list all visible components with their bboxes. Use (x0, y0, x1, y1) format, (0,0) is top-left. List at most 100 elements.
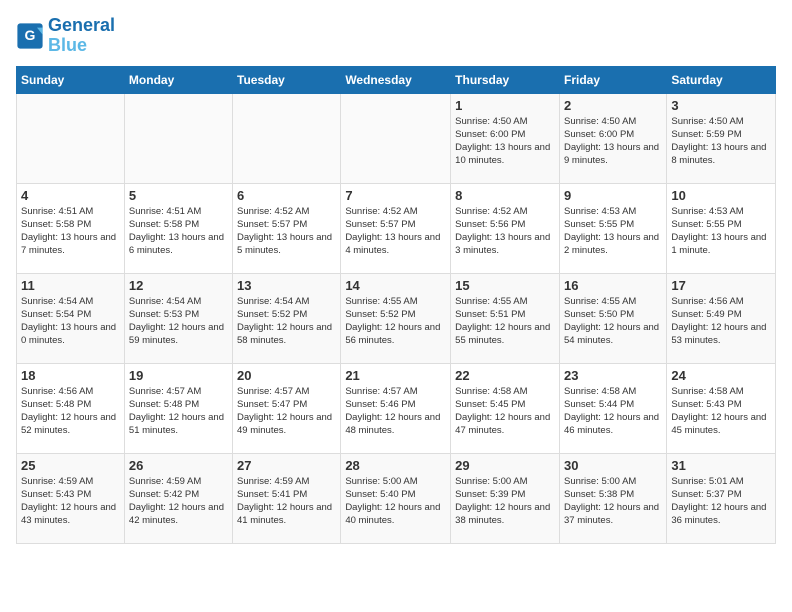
day-info: Sunrise: 4:55 AMSunset: 5:52 PMDaylight:… (345, 295, 446, 348)
day-number: 17 (671, 278, 771, 293)
calendar-cell: 24 Sunrise: 4:58 AMSunset: 5:43 PMDayligh… (667, 363, 776, 453)
calendar-cell: 7 Sunrise: 4:52 AMSunset: 5:57 PMDaylight… (341, 183, 451, 273)
calendar-cell: 4 Sunrise: 4:51 AMSunset: 5:58 PMDaylight… (17, 183, 125, 273)
calendar-cell: 28 Sunrise: 5:00 AMSunset: 5:40 PMDayligh… (341, 453, 451, 543)
day-number: 15 (455, 278, 555, 293)
day-info: Sunrise: 4:54 AMSunset: 5:53 PMDaylight:… (129, 295, 228, 348)
day-number: 23 (564, 368, 662, 383)
calendar-cell: 13 Sunrise: 4:54 AMSunset: 5:52 PMDayligh… (233, 273, 341, 363)
day-info: Sunrise: 5:00 AMSunset: 5:40 PMDaylight:… (345, 475, 446, 528)
calendar-cell: 29 Sunrise: 5:00 AMSunset: 5:39 PMDayligh… (451, 453, 560, 543)
day-info: Sunrise: 4:58 AMSunset: 5:44 PMDaylight:… (564, 385, 662, 438)
calendar-cell: 20Sunrise: 4:57 AMSunset: 5:47 PMDayligh… (233, 363, 341, 453)
calendar-cell (341, 93, 451, 183)
calendar-week-row: 11 Sunrise: 4:54 AMSunset: 5:54 PMDayligh… (17, 273, 776, 363)
day-info: Sunrise: 5:00 AMSunset: 5:39 PMDaylight:… (455, 475, 555, 528)
day-number: 21 (345, 368, 446, 383)
header-wednesday: Wednesday (341, 66, 451, 93)
day-number: 28 (345, 458, 446, 473)
calendar-cell: 10 Sunrise: 4:53 AMSunset: 5:55 PMDayligh… (667, 183, 776, 273)
day-info: Sunrise: 5:00 AMSunset: 5:38 PMDaylight:… (564, 475, 662, 528)
calendar-cell: 2 Sunrise: 4:50 AMSunset: 6:00 PMDaylight… (559, 93, 666, 183)
day-info: Sunrise: 4:50 AMSunset: 5:59 PMDaylight:… (671, 115, 771, 168)
header-friday: Friday (559, 66, 666, 93)
calendar-cell: 8 Sunrise: 4:52 AMSunset: 5:56 PMDaylight… (451, 183, 560, 273)
day-number: 16 (564, 278, 662, 293)
calendar-cell: 25 Sunrise: 4:59 AMSunset: 5:43 PMDayligh… (17, 453, 125, 543)
svg-text:G: G (25, 27, 36, 43)
day-number: 19 (129, 368, 228, 383)
calendar-cell: 22Sunrise: 4:58 AMSunset: 5:45 PMDayligh… (451, 363, 560, 453)
calendar-week-row: 18 Sunrise: 4:56 AMSunset: 5:48 PMDayligh… (17, 363, 776, 453)
logo: G General Blue (16, 16, 115, 56)
day-number: 14 (345, 278, 446, 293)
calendar-cell: 26Sunrise: 4:59 AMSunset: 5:42 PMDayligh… (124, 453, 232, 543)
calendar-cell: 15 Sunrise: 4:55 AMSunset: 5:51 PMDayligh… (451, 273, 560, 363)
day-number: 29 (455, 458, 555, 473)
day-info: Sunrise: 4:57 AMSunset: 5:46 PMDaylight:… (345, 385, 446, 438)
header-sunday: Sunday (17, 66, 125, 93)
day-info: Sunrise: 4:59 AMSunset: 5:41 PMDaylight:… (237, 475, 336, 528)
day-info: Sunrise: 4:50 AMSunset: 6:00 PMDaylight:… (564, 115, 662, 168)
day-number: 18 (21, 368, 120, 383)
calendar-cell: 17 Sunrise: 4:56 AMSunset: 5:49 PMDayligh… (667, 273, 776, 363)
day-info: Sunrise: 4:56 AMSunset: 5:48 PMDaylight:… (21, 385, 120, 438)
day-info: Sunrise: 4:53 AMSunset: 5:55 PMDaylight:… (671, 205, 771, 258)
calendar-cell: 31Sunrise: 5:01 AMSunset: 5:37 PMDayligh… (667, 453, 776, 543)
day-info: Sunrise: 4:52 AMSunset: 5:57 PMDaylight:… (237, 205, 336, 258)
day-number: 8 (455, 188, 555, 203)
logo-text: General Blue (48, 16, 115, 56)
day-info: Sunrise: 4:51 AMSunset: 5:58 PMDaylight:… (129, 205, 228, 258)
calendar-cell: 30Sunrise: 5:00 AMSunset: 5:38 PMDayligh… (559, 453, 666, 543)
calendar-cell: 18 Sunrise: 4:56 AMSunset: 5:48 PMDayligh… (17, 363, 125, 453)
day-number: 6 (237, 188, 336, 203)
calendar-cell: 14 Sunrise: 4:55 AMSunset: 5:52 PMDayligh… (341, 273, 451, 363)
day-number: 1 (455, 98, 555, 113)
calendar-cell (17, 93, 125, 183)
calendar-cell: 16 Sunrise: 4:55 AMSunset: 5:50 PMDayligh… (559, 273, 666, 363)
day-number: 7 (345, 188, 446, 203)
calendar-cell: 19 Sunrise: 4:57 AMSunset: 5:48 PMDayligh… (124, 363, 232, 453)
day-info: Sunrise: 4:54 AMSunset: 5:52 PMDaylight:… (237, 295, 336, 348)
calendar-cell (233, 93, 341, 183)
calendar-week-row: 1 Sunrise: 4:50 AMSunset: 6:00 PMDaylight… (17, 93, 776, 183)
day-number: 11 (21, 278, 120, 293)
day-info: Sunrise: 4:56 AMSunset: 5:49 PMDaylight:… (671, 295, 771, 348)
day-number: 3 (671, 98, 771, 113)
calendar-week-row: 4 Sunrise: 4:51 AMSunset: 5:58 PMDaylight… (17, 183, 776, 273)
day-info: Sunrise: 4:52 AMSunset: 5:57 PMDaylight:… (345, 205, 446, 258)
day-info: Sunrise: 4:58 AMSunset: 5:43 PMDaylight:… (671, 385, 771, 438)
header-monday: Monday (124, 66, 232, 93)
day-info: Sunrise: 4:57 AMSunset: 5:47 PMDaylight:… (237, 385, 336, 438)
day-number: 4 (21, 188, 120, 203)
calendar-table: SundayMondayTuesdayWednesdayThursdayFrid… (16, 66, 776, 544)
day-number: 24 (671, 368, 771, 383)
day-info: Sunrise: 4:52 AMSunset: 5:56 PMDaylight:… (455, 205, 555, 258)
logo-icon: G (16, 22, 44, 50)
day-number: 2 (564, 98, 662, 113)
day-info: Sunrise: 4:51 AMSunset: 5:58 PMDaylight:… (21, 205, 120, 258)
day-info: Sunrise: 4:55 AMSunset: 5:51 PMDaylight:… (455, 295, 555, 348)
day-info: Sunrise: 4:55 AMSunset: 5:50 PMDaylight:… (564, 295, 662, 348)
header-saturday: Saturday (667, 66, 776, 93)
calendar-cell: 21 Sunrise: 4:57 AMSunset: 5:46 PMDayligh… (341, 363, 451, 453)
calendar-cell: 9Sunrise: 4:53 AMSunset: 5:55 PMDaylight… (559, 183, 666, 273)
day-number: 22 (455, 368, 555, 383)
calendar-cell: 6 Sunrise: 4:52 AMSunset: 5:57 PMDaylight… (233, 183, 341, 273)
calendar-cell: 11 Sunrise: 4:54 AMSunset: 5:54 PMDayligh… (17, 273, 125, 363)
calendar-cell: 3 Sunrise: 4:50 AMSunset: 5:59 PMDaylight… (667, 93, 776, 183)
day-info: Sunrise: 4:57 AMSunset: 5:48 PMDaylight:… (129, 385, 228, 438)
calendar-week-row: 25 Sunrise: 4:59 AMSunset: 5:43 PMDayligh… (17, 453, 776, 543)
calendar-header-row: SundayMondayTuesdayWednesdayThursdayFrid… (17, 66, 776, 93)
day-number: 31 (671, 458, 771, 473)
day-info: Sunrise: 4:54 AMSunset: 5:54 PMDaylight:… (21, 295, 120, 348)
day-number: 25 (21, 458, 120, 473)
calendar-cell: 1 Sunrise: 4:50 AMSunset: 6:00 PMDaylight… (451, 93, 560, 183)
day-number: 10 (671, 188, 771, 203)
day-number: 27 (237, 458, 336, 473)
day-info: Sunrise: 4:59 AMSunset: 5:42 PMDaylight:… (129, 475, 228, 528)
day-info: Sunrise: 4:50 AMSunset: 6:00 PMDaylight:… (455, 115, 555, 168)
calendar-cell (124, 93, 232, 183)
day-number: 13 (237, 278, 336, 293)
day-info: Sunrise: 4:59 AMSunset: 5:43 PMDaylight:… (21, 475, 120, 528)
